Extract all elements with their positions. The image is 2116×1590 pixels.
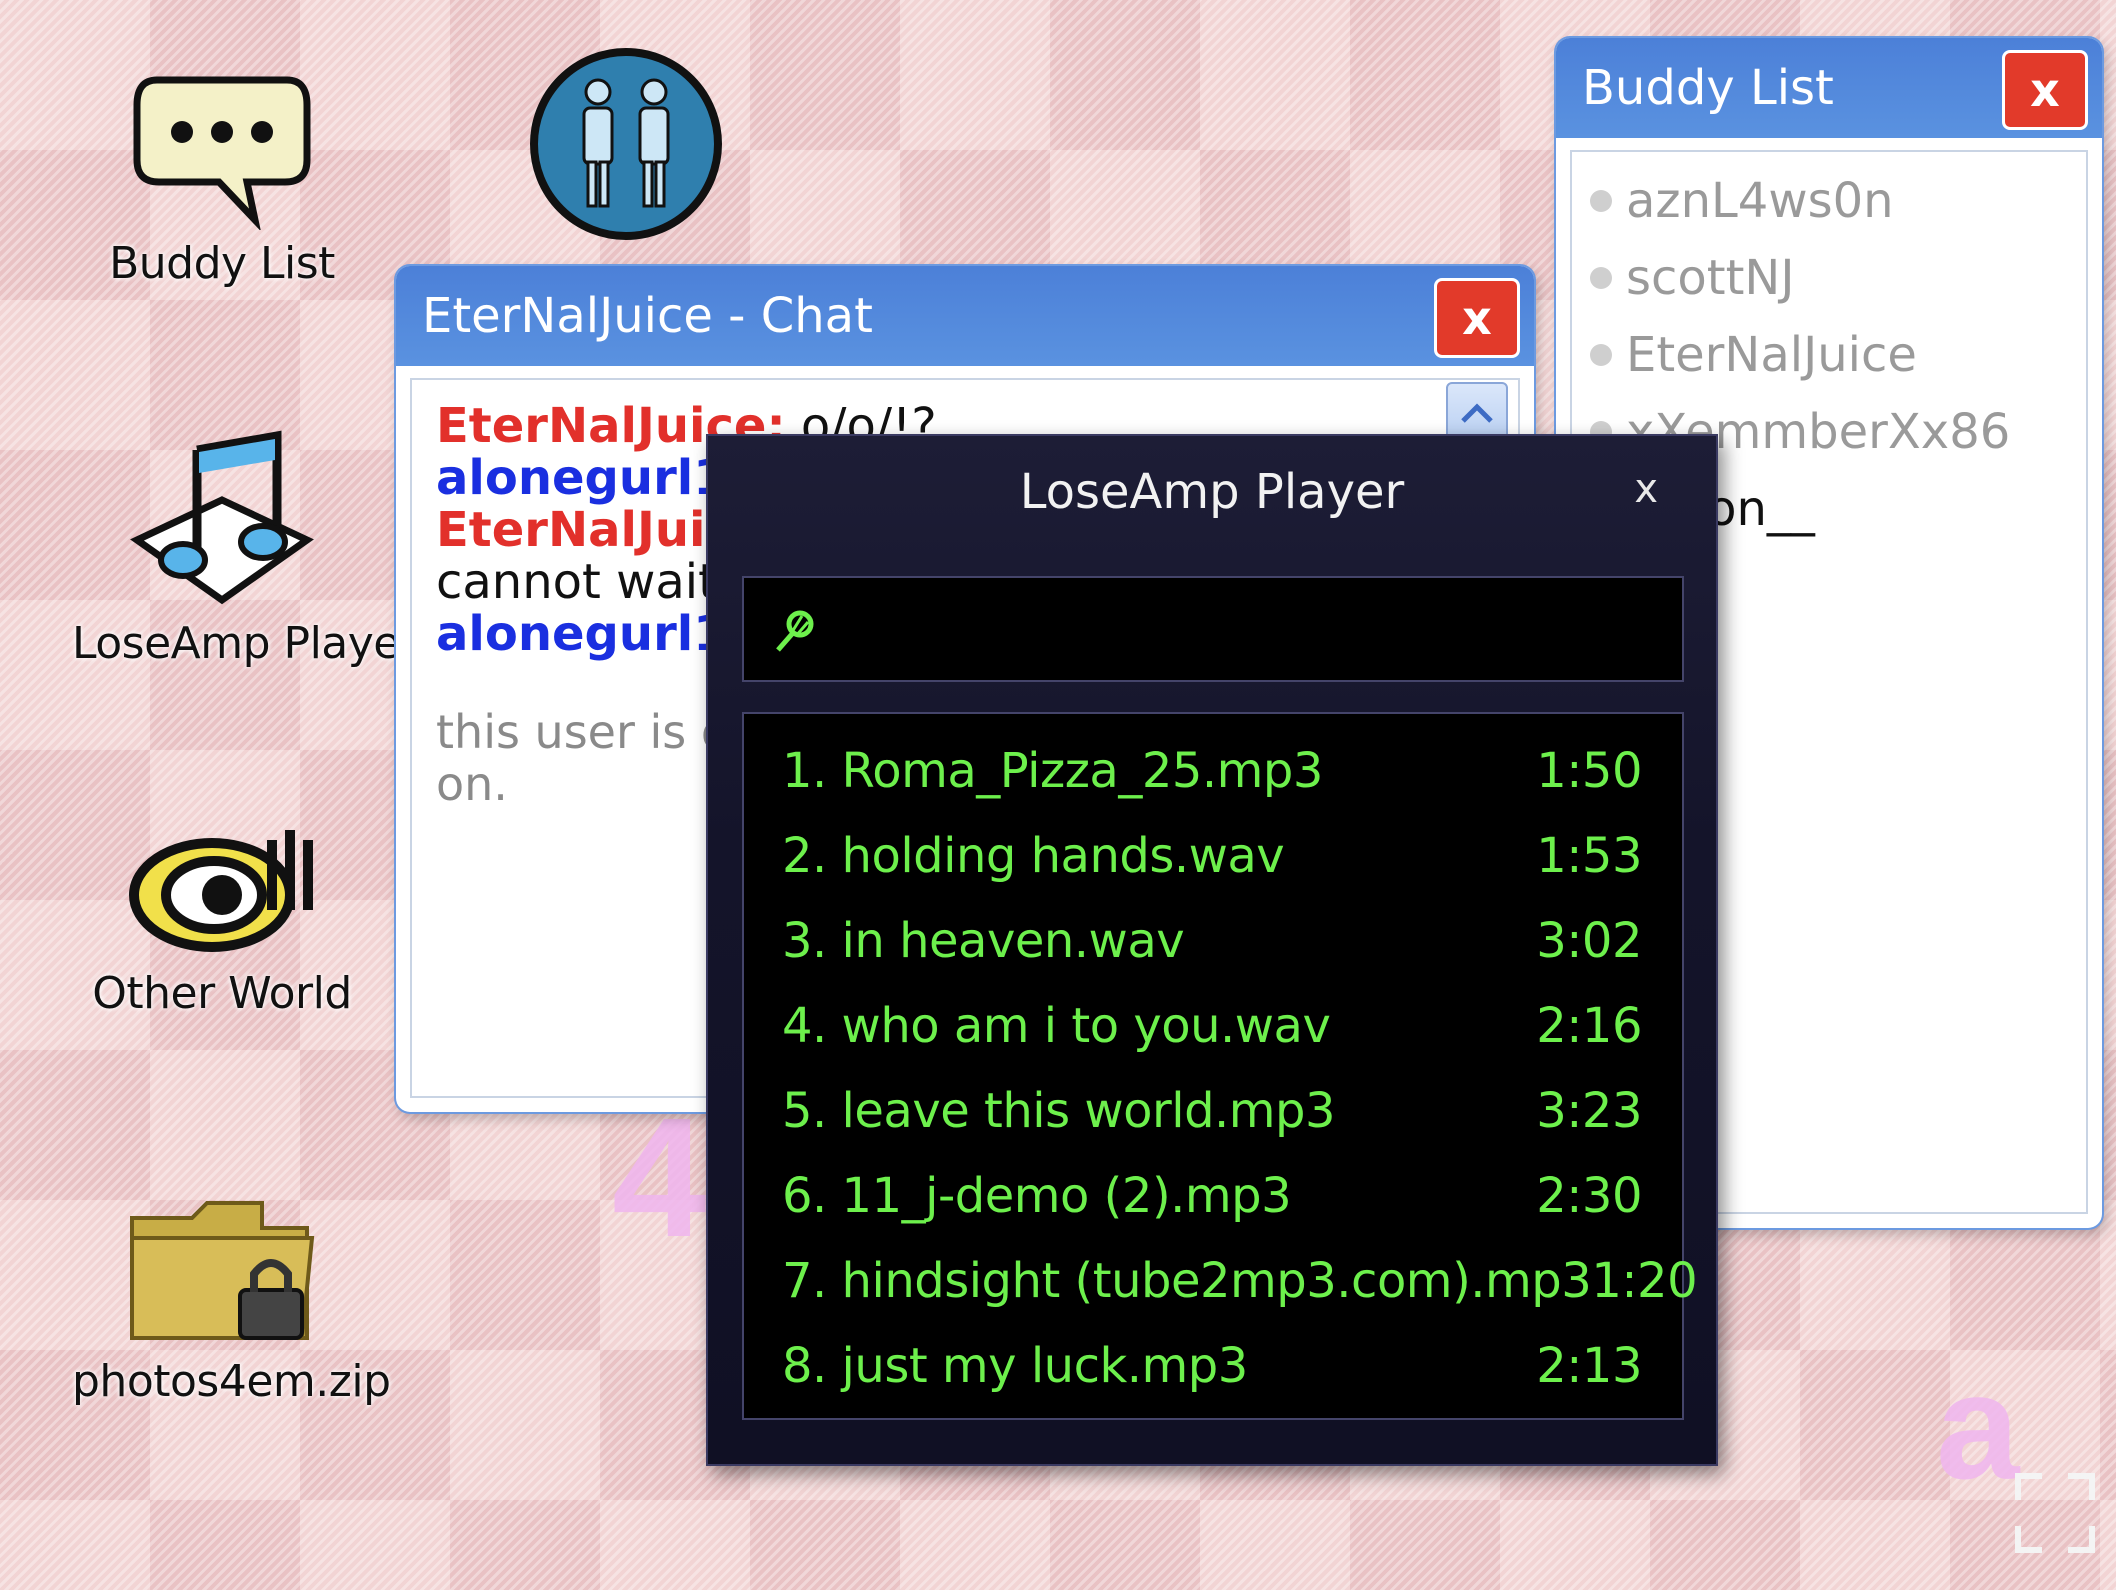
locked-folder-icon bbox=[122, 1188, 322, 1348]
track-name: 8. just my luck.mp3 bbox=[782, 1337, 1248, 1394]
buddy-item[interactable]: aznL4ws0n bbox=[1590, 162, 2068, 239]
buddy-item[interactable]: scottNJ bbox=[1590, 239, 2068, 316]
track-name: 2. holding hands.wav bbox=[782, 827, 1285, 884]
track-duration: 2:30 bbox=[1536, 1167, 1642, 1224]
people-icon bbox=[526, 44, 726, 244]
buddy-item[interactable]: EterNalJuice bbox=[1590, 316, 2068, 393]
playlist-track[interactable]: 2. holding hands.wav 1:53 bbox=[744, 813, 1682, 898]
loseamp-player-window[interactable]: LoseAmp Player x 1. Roma_Pizza_25.mp3 1:5… bbox=[706, 434, 1718, 1466]
track-duration: 2:16 bbox=[1536, 997, 1642, 1054]
window-title: EterNalJuice - Chat bbox=[422, 288, 873, 344]
desktop-icon-label: Other World bbox=[92, 968, 352, 1019]
chat-text: cannot wait bbox=[436, 554, 717, 610]
desktop-icon-label: photos4em.zip bbox=[72, 1356, 391, 1407]
playlist-track[interactable]: 5. leave this world.mp3 3:23 bbox=[744, 1068, 1682, 1153]
chat-username: EterNalJui bbox=[436, 502, 706, 558]
close-button[interactable]: x bbox=[2002, 50, 2088, 130]
status-dot-icon bbox=[1590, 343, 1612, 366]
desktop-icon-photos4em-zip[interactable]: photos4em.zip bbox=[72, 1188, 391, 1407]
chevron-up-icon bbox=[1461, 403, 1493, 423]
track-duration: 1:50 bbox=[1536, 742, 1642, 799]
chat-username: alonegurl1 bbox=[436, 450, 727, 506]
desktop-icon-buddy-list[interactable]: Buddy List bbox=[72, 70, 372, 289]
playlist-track[interactable]: 1. Roma_Pizza_25.mp3 1:50 bbox=[744, 728, 1682, 813]
expand-icon[interactable] bbox=[2014, 1472, 2096, 1554]
desktop-icon-loseamp-player[interactable]: LoseAmp Player bbox=[72, 430, 418, 669]
track-name: 6. 11_j-demo (2).mp3 bbox=[782, 1167, 1292, 1224]
status-dot-icon bbox=[1590, 189, 1612, 212]
status-dot-icon bbox=[1590, 266, 1612, 289]
track-duration: 1:53 bbox=[1536, 827, 1642, 884]
background-doodle: a bbox=[1936, 1342, 2020, 1510]
close-button[interactable]: x bbox=[1634, 466, 1658, 512]
chat-title-bar[interactable]: EterNalJuice - Chat x bbox=[396, 266, 1534, 366]
playlist-track[interactable]: 3. in heaven.wav 3:02 bbox=[744, 898, 1682, 983]
chat-username: alonegurl1 bbox=[436, 606, 727, 662]
track-duration: 3:02 bbox=[1536, 912, 1642, 969]
playlist-track[interactable]: 6. 11_j-demo (2).mp3 2:30 bbox=[744, 1153, 1682, 1238]
buddy-list-title-bar[interactable]: Buddy List x bbox=[1556, 38, 2102, 138]
music-note-icon bbox=[127, 430, 317, 610]
track-name: 7. hindsight (tube2mp3.com).mp3 bbox=[782, 1252, 1592, 1309]
track-duration: 3:23 bbox=[1536, 1082, 1642, 1139]
close-button[interactable]: x bbox=[1434, 278, 1520, 358]
eye-logo-icon bbox=[122, 810, 322, 960]
window-title: Buddy List bbox=[1582, 60, 1834, 116]
desktop-icon-other-world[interactable]: Other World bbox=[72, 810, 372, 1019]
playlist-track[interactable]: 8. just my luck.mp3 2:13 bbox=[744, 1323, 1682, 1408]
speech-bubble-icon bbox=[127, 70, 317, 232]
track-duration: 2:13 bbox=[1536, 1337, 1642, 1394]
desktop-icon-people[interactable] bbox=[476, 44, 776, 244]
now-playing-bar bbox=[742, 576, 1684, 682]
player-title: LoseAmp Player bbox=[1019, 464, 1405, 520]
track-name: 1. Roma_Pizza_25.mp3 bbox=[782, 742, 1323, 799]
playlist-track[interactable]: 4. who am i to you.wav 2:16 bbox=[744, 983, 1682, 1068]
microphone-icon bbox=[770, 608, 818, 660]
track-name: 4. who am i to you.wav bbox=[782, 997, 1331, 1054]
desktop-icon-label: Buddy List bbox=[109, 238, 335, 289]
playlist-track[interactable]: 7. hindsight (tube2mp3.com).mp3 1:20 bbox=[744, 1238, 1698, 1323]
track-duration: 1:20 bbox=[1591, 1252, 1698, 1309]
track-name: 5. leave this world.mp3 bbox=[782, 1082, 1336, 1139]
track-name: 3. in heaven.wav bbox=[782, 912, 1185, 969]
desktop-icon-label: LoseAmp Player bbox=[72, 618, 418, 669]
playlist: 1. Roma_Pizza_25.mp3 1:50 2. holding hand… bbox=[742, 712, 1698, 1420]
